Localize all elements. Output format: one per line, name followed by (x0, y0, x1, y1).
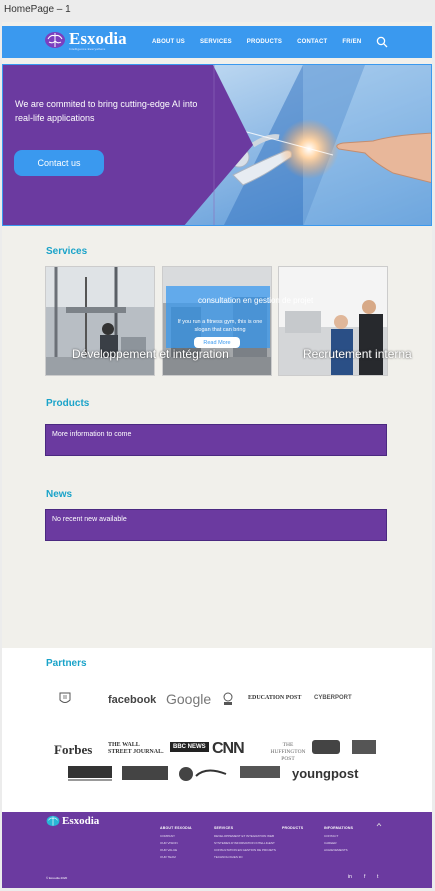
hero-tagline: We are commited to bring cutting-edge AI… (15, 99, 198, 123)
twitter-icon[interactable]: t (377, 874, 378, 880)
partner-logo-mark-icon (352, 740, 376, 754)
hero-robot-hand-image (3, 65, 431, 225)
logo-tagline: Intelligence Everywhere (69, 46, 106, 51)
brain-logo-icon (45, 32, 65, 48)
footer-col-informations: INFORMATIONS CONTACT CAREER ACHIEVEMENTS (324, 826, 353, 855)
nav-item-products[interactable]: PRODUCTS (247, 39, 282, 45)
footer-logo-name: Esxodia (62, 815, 100, 827)
footer-link[interactable]: TECHNOLOGIES 3D (214, 855, 276, 859)
footer-heading: INFORMATIONS (324, 826, 354, 830)
partner-logo-huffington-post: THE HUFFINGTON POST (270, 742, 306, 762)
products-message: More information to come (52, 431, 132, 438)
footer-link[interactable]: CONTACT (324, 834, 353, 838)
university-crest-icon (59, 692, 71, 703)
products-box: More information to come (45, 424, 387, 456)
footer-link[interactable]: DEVELOPPEMENT ET INTEGRATION WEB (214, 834, 276, 838)
services-title: Services (46, 246, 88, 257)
footer-heading: ABOUT ESXODIA (160, 826, 192, 830)
partner-logo-wsj: THE WALL STREET JOURNAL. (108, 742, 164, 755)
news-box: No recent new available (45, 509, 387, 541)
footer-link[interactable]: CONSULTATION EN GESTION DE PROJETS (214, 848, 276, 852)
partner-logo-cnn: CNN (212, 740, 245, 757)
facebook-icon[interactable]: f (364, 874, 365, 880)
consulting-title: consultation en gestion de projet (198, 296, 314, 305)
footer-link[interactable]: OUR TEAM (160, 855, 192, 859)
consulting-description: If you run a fitness gym, this is one sl… (177, 319, 263, 333)
footer-link[interactable]: CAREER (324, 841, 353, 845)
partner-logo-cyberport: CYBERPORT (314, 695, 352, 701)
footer-link[interactable]: ACHIEVEMENTS (324, 848, 353, 852)
footer: Esxodia ABOUT ESXODIA COMPANY OUR VISION… (2, 812, 432, 888)
contact-us-button[interactable]: Contact us (14, 150, 104, 176)
wen-wei-po-logo-icon (122, 766, 168, 780)
logo[interactable]: Esxodia Intelligence Everywhere (44, 29, 127, 51)
footer-col-services: SERVICES DEVELOPPEMENT ET INTEGRATION WE… (214, 826, 276, 862)
partner-logo-forbes: Forbes (54, 742, 93, 757)
little-news-logo-icon (240, 766, 280, 778)
nav-item-contact[interactable]: CONTACT (297, 39, 327, 45)
footer-link[interactable]: OUR VISION (160, 841, 192, 845)
copyright-text: © Esxodia 2020 (46, 876, 68, 880)
top-nav: Esxodia Intelligence Everywhere ABOUT US… (2, 26, 432, 58)
footer-heading: PRODUCTS (282, 826, 304, 830)
footer-brain-logo-icon (46, 815, 60, 827)
partner-logo-facebook: facebook (108, 694, 157, 706)
chinese-newspaper-logo-icon (68, 766, 112, 781)
pearl-logo-icon (179, 767, 227, 781)
footer-col-about: ABOUT ESXODIA COMPANY OUR VISION OUR VAL… (160, 826, 192, 862)
nav-item-services[interactable]: SERVICES (200, 39, 232, 45)
search-icon[interactable] (376, 36, 388, 48)
partner-logo-google: Google (166, 691, 212, 707)
footer-link[interactable]: COMPANY (160, 834, 192, 838)
nav-item-about[interactable]: ABOUT US (152, 39, 185, 45)
artboard-label: HomePage – 1 (4, 4, 71, 15)
partner-logo-badge-icon (312, 740, 340, 754)
partner-logo-education-post: EDUCATION POST (248, 695, 302, 701)
service-caption-development: Développement et intégration (72, 347, 229, 361)
news-message: No recent new available (52, 516, 127, 523)
hero-banner: We are commited to bring cutting-edge AI… (2, 64, 432, 226)
news-title: News (46, 489, 73, 500)
language-switch[interactable]: FR/EN (342, 39, 361, 45)
footer-heading: SERVICES (214, 826, 234, 830)
footer-link[interactable]: SYSTEMES D'INFORMATION INTELLIGENT (214, 841, 276, 845)
page-frame: Esxodia Intelligence Everywhere ABOUT US… (2, 22, 432, 888)
partners-section: Partners facebook Google EDUCATION POST … (2, 648, 432, 812)
partner-logo-bbc-news: BBC NEWS (170, 742, 209, 752)
partner-emblem-icon (223, 692, 233, 705)
products-title: Products (46, 398, 90, 409)
logo-name: Esxodia (69, 28, 127, 48)
linkedin-icon[interactable]: in (348, 874, 352, 880)
partner-logo-youngpost: youngpost (292, 766, 359, 781)
partners-title: Partners (46, 658, 87, 669)
scroll-to-top-icon[interactable] (376, 822, 382, 828)
main-menu: ABOUT US SERVICES PRODUCTS CONTACT FR/EN (152, 26, 376, 58)
footer-link[interactable]: OUR VALUE (160, 848, 192, 852)
footer-logo[interactable]: Esxodia (46, 814, 99, 828)
service-caption-recruitment: Recrutement interna (303, 347, 412, 361)
footer-col-products: PRODUCTS (282, 826, 303, 834)
